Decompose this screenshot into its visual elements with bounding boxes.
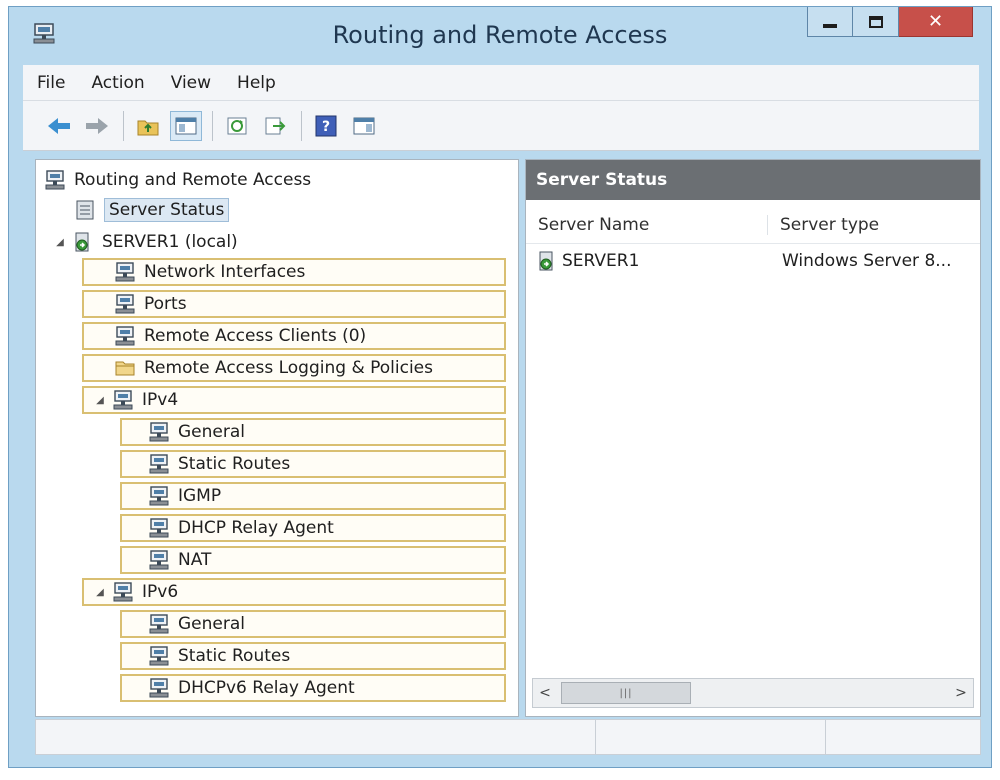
server-icon	[75, 232, 89, 252]
maximize-icon	[868, 15, 883, 28]
toolbar-separator	[301, 110, 302, 141]
tree-item-ipv4[interactable]: ◢ IPv4	[82, 386, 506, 414]
export-list-button[interactable]	[259, 111, 291, 141]
toolbar: ?	[23, 101, 979, 151]
status-bar-section	[596, 720, 826, 754]
tree-item-ipv6-dhcpv6-relay-agent[interactable]: DHCPv6 Relay Agent	[120, 674, 506, 702]
ipv6-icon	[112, 581, 134, 603]
scrollbar-thumb[interactable]: |||	[561, 682, 691, 704]
horizontal-scrollbar[interactable]: < ||| >	[532, 678, 974, 708]
tree-item-remote-access-clients[interactable]: Remote Access Clients (0)	[82, 322, 506, 350]
tree-item-remote-access-logging-policies[interactable]: Remote Access Logging & Policies	[82, 354, 506, 382]
up-folder-icon	[137, 120, 159, 135]
column-header-server-type[interactable]: Server type	[768, 215, 879, 235]
properties-button[interactable]	[348, 111, 380, 141]
server-name-cell: SERVER1	[526, 250, 768, 272]
menu-action[interactable]: Action	[91, 73, 144, 93]
static-routes-icon	[148, 645, 170, 667]
tree-item-ipv6-static-routes[interactable]: Static Routes	[120, 642, 506, 670]
folder-icon	[115, 361, 135, 376]
tree-item-ipv6-general[interactable]: General	[120, 610, 506, 638]
server-status-icon	[76, 200, 94, 220]
menu-view[interactable]: View	[171, 73, 211, 93]
nat-icon	[148, 549, 170, 571]
column-header-server-name[interactable]: Server Name	[526, 214, 768, 235]
maximize-button[interactable]	[853, 7, 899, 37]
status-bar-section	[36, 720, 596, 754]
tree-item-server-status[interactable]: Server Status	[74, 196, 230, 224]
export-list-icon	[265, 117, 286, 134]
general-icon	[148, 613, 170, 635]
refresh-button[interactable]	[221, 111, 253, 141]
status-bar	[35, 719, 981, 755]
collapse-icon[interactable]: ◢	[92, 395, 108, 406]
menu-help[interactable]: Help	[237, 73, 276, 93]
svg-text:?: ?	[322, 119, 330, 135]
rras-icon	[44, 169, 66, 191]
remote-access-clients-icon	[114, 325, 136, 347]
ports-icon	[114, 293, 136, 315]
close-button[interactable]: ✕	[899, 7, 973, 37]
tree-item-ports[interactable]: Ports	[82, 290, 506, 318]
tree-item-server1[interactable]: ◢ SERVER1 (local)	[52, 228, 238, 256]
rras-window: Routing and Remote Access ✕ File Action …	[8, 6, 992, 768]
tree-item-ipv6[interactable]: ◢ IPv6	[82, 578, 506, 606]
details-pane: Server Status Server Name Server type SE…	[525, 159, 981, 717]
dhcpv6-relay-agent-icon	[148, 677, 170, 699]
network-interfaces-icon	[114, 261, 136, 283]
column-headers: Server Name Server type	[526, 206, 980, 244]
collapse-icon[interactable]: ◢	[92, 587, 108, 598]
forward-arrow-icon	[86, 117, 108, 134]
menu-file[interactable]: File	[37, 73, 65, 93]
help-icon: ?	[315, 115, 337, 136]
show-hide-console-tree-button[interactable]	[170, 110, 202, 141]
show-hide-tree-icon	[175, 117, 197, 134]
scroll-left-icon[interactable]: <	[533, 685, 557, 701]
menu-bar: File Action View Help	[23, 65, 979, 101]
table-row[interactable]: SERVER1 Windows Server 8...	[526, 246, 980, 276]
tree-item-ipv4-nat[interactable]: NAT	[120, 546, 506, 574]
tree-item-ipv4-igmp[interactable]: IGMP	[120, 482, 506, 510]
help-button[interactable]: ?	[310, 111, 342, 141]
tree-item-network-interfaces[interactable]: Network Interfaces	[82, 258, 506, 286]
server-type-cell: Windows Server 8...	[782, 251, 952, 271]
toolbar-separator	[123, 110, 124, 141]
general-icon	[148, 421, 170, 443]
server-icon	[539, 251, 553, 271]
back-button[interactable]	[43, 111, 75, 141]
static-routes-icon	[148, 453, 170, 475]
refresh-icon	[227, 117, 247, 134]
forward-button[interactable]	[81, 111, 113, 141]
tree-item-routing-and-remote-access[interactable]: Routing and Remote Access	[44, 166, 311, 194]
toolbar-separator	[212, 110, 213, 141]
dhcp-relay-agent-icon	[148, 517, 170, 539]
details-header: Server Status	[526, 160, 980, 200]
close-icon: ✕	[927, 11, 944, 32]
status-bar-section	[826, 720, 980, 754]
collapse-icon[interactable]: ◢	[52, 237, 68, 248]
igmp-icon	[148, 485, 170, 507]
tree-item-ipv4-dhcp-relay-agent[interactable]: DHCP Relay Agent	[120, 514, 506, 542]
console-tree: Routing and Remote Access Server Status …	[35, 159, 519, 717]
properties-icon	[353, 117, 375, 134]
up-one-level-button[interactable]	[132, 111, 164, 141]
scroll-right-icon[interactable]: >	[949, 685, 973, 701]
caption-buttons: ✕	[807, 7, 973, 37]
minimize-icon	[823, 23, 837, 28]
tree-item-ipv4-general[interactable]: General	[120, 418, 506, 446]
server-name: SERVER1	[562, 251, 640, 271]
back-arrow-icon	[48, 117, 70, 134]
tree-item-ipv4-static-routes[interactable]: Static Routes	[120, 450, 506, 478]
minimize-button[interactable]	[807, 7, 853, 37]
ipv4-icon	[112, 389, 134, 411]
title-bar[interactable]: Routing and Remote Access ✕	[9, 7, 991, 63]
